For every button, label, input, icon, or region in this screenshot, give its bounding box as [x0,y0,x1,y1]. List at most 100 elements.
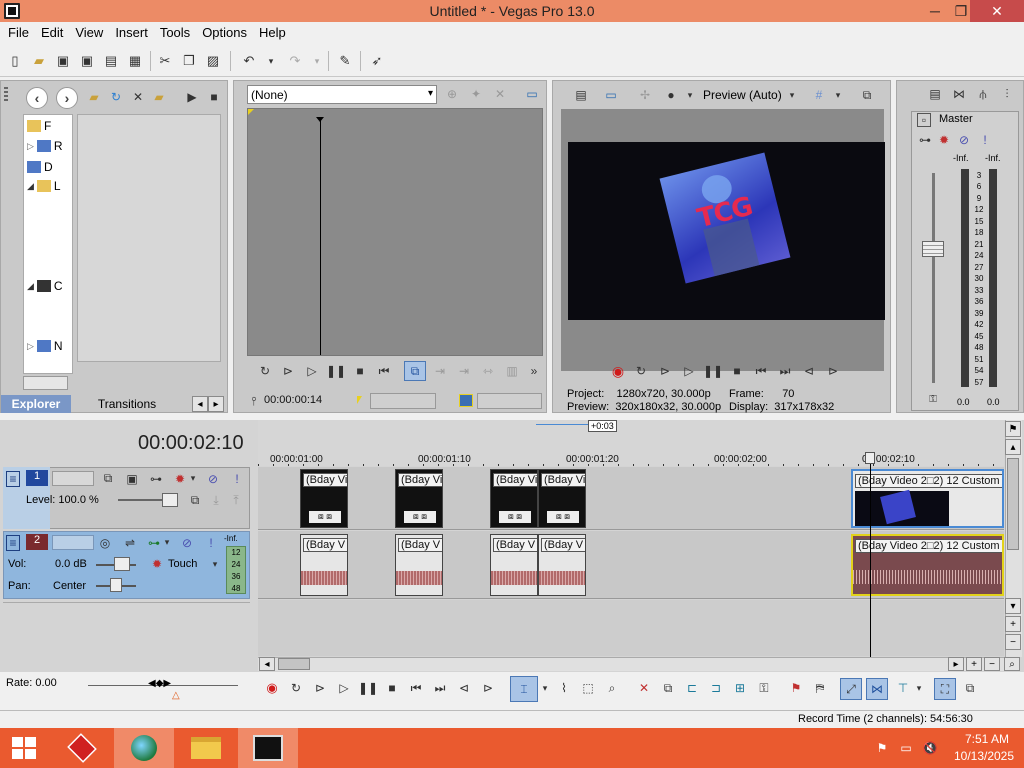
go-to-start-icon[interactable]: ⏮ [408,680,424,696]
pan-slider-handle[interactable] [110,578,122,592]
audio-clip[interactable]: (Bday V [538,534,586,596]
new-file-icon[interactable]: ▯ [6,52,24,70]
record-icon[interactable]: ◉ [264,680,280,696]
chevron-down-icon[interactable]: ▾ [188,471,198,486]
file-list[interactable] [77,114,221,362]
undo-dropdown-icon[interactable]: ▾ [262,52,280,70]
pause-icon[interactable]: ❚❚ [703,363,723,379]
previous-frame-icon[interactable]: ⊲ [456,680,472,696]
overwrite-icon[interactable]: ⇥ [456,363,472,379]
chevron-down-icon[interactable]: ▾ [162,535,172,550]
minimize-track-icon[interactable]: ≡ [6,535,20,551]
tab-scroll-left-icon[interactable]: ◂ [192,396,208,412]
menu-options[interactable]: Options [200,22,253,43]
paste-icon[interactable]: ▨ [204,52,222,70]
solo-icon[interactable]: ! [979,133,991,147]
tree-item[interactable]: D [27,158,72,176]
audio-clip[interactable]: (Bday V [395,534,443,596]
chevron-down-icon[interactable]: ▾ [210,558,220,570]
delete-icon[interactable]: ✕ [636,680,652,696]
render-icon[interactable]: ▤ [102,52,120,70]
browser-globe-icon[interactable] [114,728,174,768]
next-frame-icon[interactable]: ⊳ [480,680,496,696]
copy-icon[interactable]: ❐ [180,52,198,70]
audio-clip[interactable]: (Bday V [300,534,348,596]
crop-fx-icon[interactable]: ⧈ ⧈ [404,511,436,523]
add-clip-icon[interactable]: ⇥ [432,363,448,379]
mixer-icon[interactable]: ⫶ [999,86,1015,102]
crop-fx-icon[interactable]: ⧈ ⧈ [547,511,579,523]
move-up-icon[interactable]: ⤒ [230,493,242,507]
downmix-icon[interactable]: ⋈ [951,86,967,102]
up-folder-icon[interactable]: ▰ [86,90,102,104]
chevron-down-icon[interactable]: ▾ [914,680,924,696]
automation-mode[interactable]: Touch [168,558,197,570]
volume-muted-icon[interactable]: 🔇 [922,740,938,756]
master-fader-handle[interactable] [922,241,944,257]
level-slider-handle[interactable] [162,493,178,507]
track-name-field[interactable] [52,471,94,486]
undo-icon[interactable]: ↶ [240,52,258,70]
open-folder-icon[interactable]: ▰ [30,52,48,70]
new-folder-icon[interactable]: ▰ [151,90,167,104]
back-icon[interactable]: ‹ [26,87,48,109]
panel-grip[interactable] [4,87,8,101]
properties-icon[interactable]: ▦ [126,52,144,70]
insert-marker-icon[interactable]: ⚑ [788,680,804,696]
audio-track-icon[interactable]: ▥ [504,363,520,379]
add-to-timeline-icon[interactable]: ⊕ [444,86,460,102]
trimmer-source-dropdown[interactable]: (None) ▾ [247,85,437,104]
horizontal-scrollbar[interactable] [258,657,1004,671]
mute-icon[interactable]: ⊘ [180,535,194,550]
solo-icon[interactable]: ! [232,471,242,486]
go-to-end-icon[interactable]: ⏭ [432,680,448,696]
chevron-down-icon[interactable]: ▾ [540,680,550,696]
auto-crossfade-icon[interactable]: ⋈ [866,678,888,700]
chevron-down-icon[interactable]: ▾ [787,87,797,103]
file-explorer-icon[interactable] [176,728,236,768]
loop-playback-icon[interactable]: ↻ [633,363,649,379]
play-from-start-icon[interactable]: ⊳ [280,363,296,379]
track-composite-icon[interactable]: ▣ [124,471,140,486]
mute-icon[interactable]: ⊘ [957,133,971,147]
whats-this-help-icon[interactable]: ➶ [368,52,386,70]
scroll-left-icon[interactable]: ◂ [259,657,275,671]
more-icon[interactable]: » [526,363,542,379]
trim-end-icon[interactable]: ⊐ [708,680,724,696]
dim-output-icon[interactable]: ⫛ [975,86,991,102]
auto-ripple-icon[interactable]: ⤢ [840,678,862,700]
video-fx-icon[interactable]: ✢ [637,87,653,103]
insert-bus-icon[interactable]: ▤ [927,86,943,102]
fx-chain-icon[interactable]: ⊶ [148,471,164,486]
selection-length-field[interactable] [477,393,542,409]
zoom-tool-icon[interactable]: ⌕ [604,680,620,696]
overlays-grid-icon[interactable]: # [811,87,827,103]
horizontal-scroll-thumb[interactable] [278,658,310,670]
insert-region-icon[interactable]: ⛿ [812,680,828,696]
app-cube-icon[interactable] [52,728,112,768]
tree-item[interactable]: ◢ L [27,177,72,195]
vertical-scroll-thumb[interactable] [1007,458,1019,550]
windows-start-icon[interactable] [0,728,48,768]
track-motion-icon[interactable]: ⧉ [100,471,116,486]
video-clip[interactable]: (Bday Vi ⧈ ⧈ [538,469,586,528]
enable-snapping-icon[interactable]: ✎ [336,52,354,70]
stop-icon[interactable]: ■ [384,680,400,696]
audio-clip[interactable]: (Bday V [490,534,538,596]
play-from-start-icon[interactable]: ⊳ [657,363,673,379]
clock-time[interactable]: 7:51 AM [956,732,1018,746]
delete-icon[interactable]: ✕ [130,90,146,104]
chevron-down-icon[interactable]: ▾ [685,87,695,103]
crop-fx-icon[interactable]: ⧈ ⧈ [309,511,341,523]
solo-icon[interactable]: ! [206,535,216,550]
chevron-down-icon[interactable]: ▾ [833,87,843,103]
lock-icon[interactable]: ⚿ [927,393,939,405]
zoom-in-icon[interactable]: + [1005,616,1021,632]
preview-properties-icon[interactable]: ▤ [573,87,589,103]
menu-tools[interactable]: Tools [158,22,196,43]
pause-icon[interactable]: ❚❚ [358,680,378,696]
selection-tool-icon[interactable]: ⬚ [580,680,596,696]
envelope-tool-icon[interactable]: ⌇ [556,680,572,696]
trim-icon[interactable]: ⧉ [660,680,676,696]
redo-icon[interactable]: ↷ [286,52,304,70]
